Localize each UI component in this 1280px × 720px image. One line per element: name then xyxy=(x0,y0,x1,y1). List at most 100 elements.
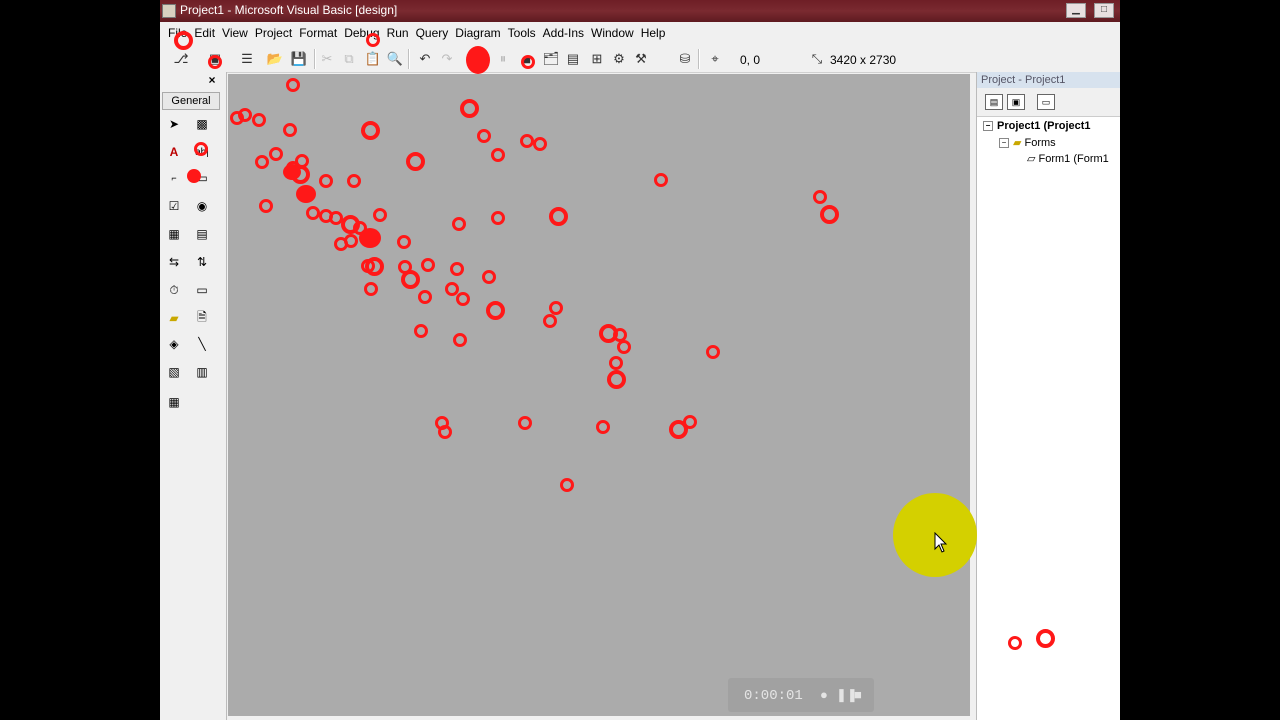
click-marker xyxy=(364,282,378,296)
click-marker xyxy=(296,185,316,203)
window-title: Project1 - Microsoft Visual Basic [desig… xyxy=(180,3,398,17)
click-marker xyxy=(259,199,273,213)
open-project-icon[interactable]: 📂 xyxy=(266,50,284,68)
click-marker xyxy=(373,208,387,222)
listbox-tool-icon[interactable]: ▤ xyxy=(192,224,212,244)
menu-format[interactable]: Format xyxy=(296,24,340,42)
minimize-button[interactable]: ▁ xyxy=(1066,3,1086,18)
click-marker xyxy=(283,164,301,180)
toolbar-separator xyxy=(408,49,410,69)
click-marker xyxy=(238,108,252,122)
tree-node-forms[interactable]: − ▰ Forms xyxy=(999,136,1056,149)
menu-run[interactable]: Run xyxy=(384,24,412,42)
maximize-button[interactable]: □ xyxy=(1094,3,1114,18)
undo-icon[interactable]: ↶ xyxy=(416,50,434,68)
click-marker xyxy=(366,33,380,47)
label-tool-icon[interactable]: A xyxy=(164,142,184,162)
click-marker xyxy=(543,314,557,328)
dirlistbox-tool-icon[interactable]: ▰ xyxy=(164,308,184,328)
hscrollbar-tool-icon[interactable]: ⇆ xyxy=(164,252,184,272)
shape-tool-icon[interactable]: ◈ xyxy=(164,334,184,354)
click-marker xyxy=(187,169,201,183)
drivelistbox-tool-icon[interactable]: ▭ xyxy=(192,280,212,300)
view-code-icon[interactable]: ▤ xyxy=(985,94,1003,110)
menu-window[interactable]: Window xyxy=(588,24,637,42)
menu-project[interactable]: Project xyxy=(252,24,295,42)
form-designer-canvas[interactable] xyxy=(228,74,970,716)
click-marker xyxy=(438,425,452,439)
click-marker xyxy=(286,78,300,92)
view-object-icon[interactable]: ▣ xyxy=(1007,94,1025,110)
menu-query[interactable]: Query xyxy=(413,24,452,42)
vscrollbar-tool-icon[interactable]: ⇅ xyxy=(192,252,212,272)
click-marker xyxy=(482,270,496,284)
toolbox-tab-general[interactable]: General xyxy=(162,92,220,110)
collapse-icon[interactable]: − xyxy=(999,138,1009,149)
mouse-cursor-icon xyxy=(934,532,948,553)
click-marker xyxy=(418,290,432,304)
data-tool-icon[interactable]: ▥ xyxy=(192,362,212,382)
click-marker xyxy=(405,151,425,171)
cut-icon[interactable]: ✂ xyxy=(318,50,336,68)
click-marker xyxy=(459,98,479,118)
break-icon[interactable]: ⏸ xyxy=(494,50,512,68)
add-project-icon[interactable]: ⎇ xyxy=(172,50,190,68)
properties-window-icon[interactable]: ▤ xyxy=(564,50,582,68)
copy-icon[interactable]: ⧉ xyxy=(340,50,358,68)
recorder-stop-icon[interactable]: ■ xyxy=(854,687,862,702)
picturebox-tool-icon[interactable]: ▩ xyxy=(192,114,212,134)
project-explorer-icon[interactable]: 🗂 xyxy=(542,50,560,68)
tree-node-project[interactable]: − Project1 (Project1 xyxy=(983,120,1091,132)
click-marker xyxy=(477,129,491,143)
menu-view[interactable]: View xyxy=(219,24,251,42)
project-explorer-toolbar: ▤ ▣ ▭ xyxy=(977,88,1120,117)
menu-add-ins[interactable]: Add-Ins xyxy=(540,24,587,42)
menu-diagram[interactable]: Diagram xyxy=(452,24,503,42)
vb-ide-window: Project1 - Microsoft Visual Basic [desig… xyxy=(160,0,1120,720)
project-node-label: Project1 (Project1 xyxy=(997,120,1091,132)
timer-tool-icon[interactable]: ⏱ xyxy=(164,280,184,300)
optionbutton-tool-icon[interactable]: ◉ xyxy=(192,196,212,216)
form-layout-icon[interactable]: ⊞ xyxy=(588,50,606,68)
click-marker xyxy=(400,269,420,289)
toggle-folders-icon[interactable]: ▭ xyxy=(1037,94,1055,110)
ole-tool-icon[interactable]: ▦ xyxy=(164,392,184,412)
click-marker xyxy=(360,120,380,140)
line-tool-icon[interactable]: ╲ xyxy=(192,334,212,354)
menu-edit[interactable]: Edit xyxy=(191,24,218,42)
recorder-record-icon[interactable]: ● xyxy=(820,687,828,702)
pointer-tool-icon[interactable]: ➤ xyxy=(164,114,184,134)
menu-tools[interactable]: Tools xyxy=(505,24,539,42)
click-marker xyxy=(520,134,534,148)
click-marker xyxy=(466,46,490,74)
object-browser-icon[interactable]: ⚙ xyxy=(610,50,628,68)
checkbox-tool-icon[interactable]: ☑ xyxy=(164,196,184,216)
title-bar: Project1 - Microsoft Visual Basic [desig… xyxy=(160,0,1120,22)
image-tool-icon[interactable]: ▧ xyxy=(164,362,184,382)
redo-icon[interactable]: ↷ xyxy=(438,50,456,68)
click-marker xyxy=(452,217,466,231)
paste-icon[interactable]: 📋 xyxy=(364,50,382,68)
click-marker xyxy=(269,147,283,161)
save-project-icon[interactable]: 💾 xyxy=(290,50,308,68)
click-marker xyxy=(560,478,574,492)
toolbox-icon[interactable]: ⚒ xyxy=(632,50,650,68)
click-marker xyxy=(549,301,563,315)
click-marker xyxy=(485,300,505,320)
form-icon: ▱ xyxy=(1027,153,1039,165)
filelistbox-tool-icon[interactable]: 🗎 xyxy=(192,308,212,328)
menu-help[interactable]: Help xyxy=(638,24,669,42)
click-marker xyxy=(596,420,610,434)
combobox-tool-icon[interactable]: ▦ xyxy=(164,224,184,244)
tree-node-form1[interactable]: ▱ Form1 (Form1 xyxy=(1027,152,1109,165)
find-icon[interactable]: 🔍 xyxy=(386,50,404,68)
data-view-icon[interactable]: ⛁ xyxy=(676,50,694,68)
size-icon: ⤡ xyxy=(811,51,823,66)
click-marker xyxy=(533,137,547,151)
frame-tool-icon[interactable]: ⌐ xyxy=(164,168,184,188)
click-marker xyxy=(521,55,535,69)
collapse-icon[interactable]: − xyxy=(983,121,993,132)
close-icon[interactable]: × xyxy=(206,74,218,86)
menu-editor-icon[interactable]: ☰ xyxy=(238,50,256,68)
project-explorer-title: Project - Project1 xyxy=(977,72,1120,88)
